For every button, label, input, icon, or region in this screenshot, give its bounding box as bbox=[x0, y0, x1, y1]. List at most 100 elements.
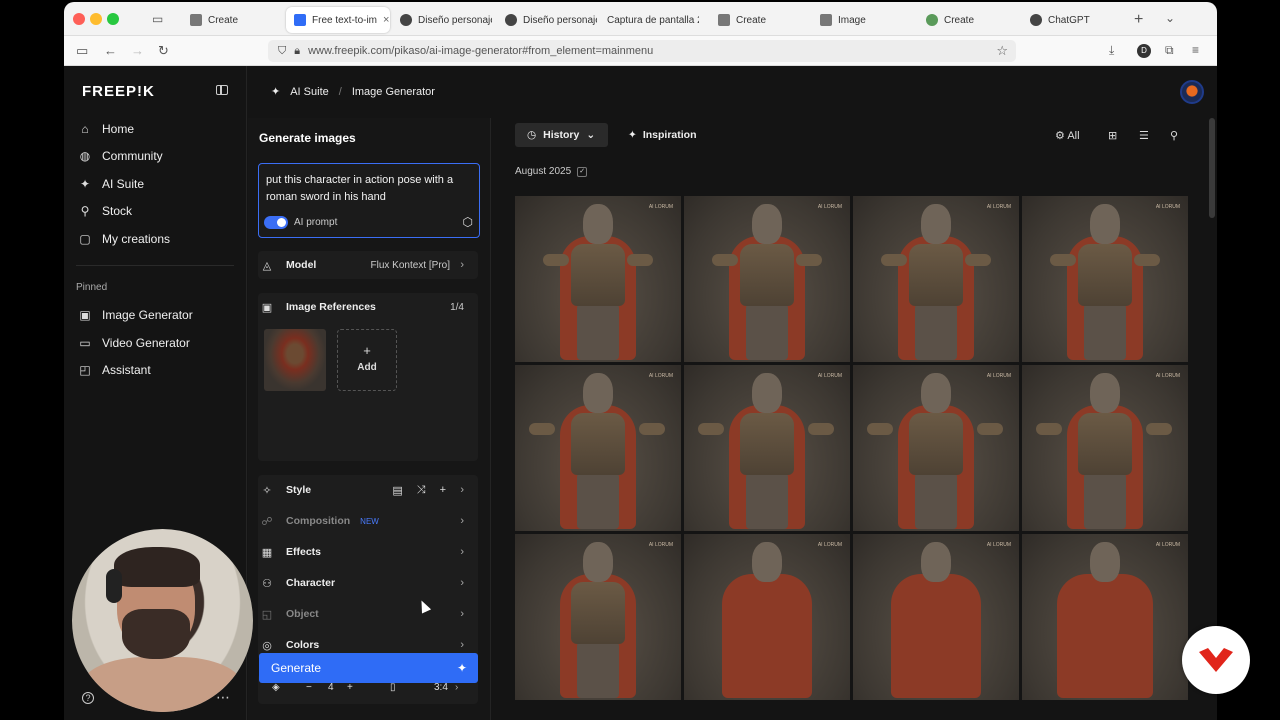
profile-icon[interactable]: D bbox=[1137, 44, 1151, 58]
ai-prompt-label: AI prompt bbox=[294, 217, 338, 228]
scrollbar[interactable] bbox=[1209, 118, 1215, 218]
add-reference-button[interactable]: + Add bbox=[337, 329, 397, 391]
sidebar-item-community[interactable]: ◍ Community bbox=[78, 143, 238, 169]
freepik-favicon-icon bbox=[294, 14, 306, 26]
object-row[interactable]: ◱ Object › bbox=[258, 600, 478, 628]
select-group-checkbox[interactable]: ✓ bbox=[577, 166, 588, 177]
increment-quantity-button[interactable]: + bbox=[347, 682, 353, 693]
generated-image[interactable]: AI LORUM bbox=[515, 365, 681, 531]
settings-sliders-icon[interactable]: ☰ bbox=[1139, 129, 1149, 142]
search-icon[interactable]: ⚲ bbox=[1170, 129, 1178, 142]
generated-image[interactable]: AI LORUM bbox=[853, 196, 1019, 362]
browser-tab[interactable]: Create bbox=[918, 7, 1018, 33]
minimize-window-button[interactable] bbox=[90, 13, 102, 25]
image-references-count: 1/4 bbox=[450, 301, 464, 313]
close-tab-icon[interactable]: × bbox=[383, 14, 389, 26]
aspect-ratio-value[interactable]: 3:4 bbox=[434, 682, 448, 693]
character-row[interactable]: ⚇ Character › bbox=[258, 569, 478, 597]
aspect-ratio-icon[interactable]: ▯ bbox=[390, 682, 396, 693]
style-tools: ▤ ⤨ + bbox=[392, 484, 446, 497]
collapse-sidebar-icon[interactable] bbox=[216, 85, 228, 95]
generated-image[interactable]: AI LORUM bbox=[1022, 196, 1188, 362]
image-watermark: AI LORUM bbox=[1155, 373, 1180, 379]
maximize-window-button[interactable] bbox=[107, 13, 119, 25]
generated-image[interactable]: AI LORUM bbox=[515, 196, 681, 362]
sidebar-item-video-generator[interactable]: ▭ Video Generator bbox=[78, 330, 238, 356]
filter-all-button[interactable]: ⚙ All bbox=[1055, 129, 1080, 142]
composition-row[interactable]: ☍ Composition NEW › bbox=[258, 507, 478, 535]
pinned-heading: Pinned bbox=[76, 282, 108, 293]
browser-tab[interactable]: Captura de pantalla 2( bbox=[599, 7, 699, 33]
breadcrumb-ai-suite[interactable]: AI Suite bbox=[290, 86, 329, 98]
generated-image[interactable]: AI LORUM bbox=[515, 534, 681, 700]
shuffle-icon[interactable]: ⤨ bbox=[417, 484, 426, 497]
model-label: Model bbox=[286, 259, 317, 271]
freepik-logo[interactable]: FREEP!K bbox=[82, 83, 155, 100]
plus-icon[interactable]: + bbox=[440, 484, 446, 497]
generated-image[interactable]: AI LORUM bbox=[684, 365, 850, 531]
menu-icon[interactable]: ≡ bbox=[1192, 43, 1199, 57]
generated-image[interactable]: AI LORUM bbox=[684, 534, 850, 700]
sidebar-item-home[interactable]: ⌂ Home bbox=[78, 116, 238, 142]
tab-label: Diseño personaje bbox=[418, 14, 492, 26]
sidebar-item-ai-suite[interactable]: ✦ AI Suite bbox=[78, 171, 238, 197]
tab-overview-icon[interactable]: ▭ bbox=[152, 12, 166, 26]
chevron-right-icon: › bbox=[460, 546, 464, 558]
sidebar-item-label: Community bbox=[102, 149, 163, 163]
sidebar-item-my-creations[interactable]: ▢ My creations bbox=[78, 226, 238, 252]
grid-view-icon[interactable]: ⊞ bbox=[1108, 129, 1117, 142]
generated-image[interactable]: AI LORUM bbox=[1022, 365, 1188, 531]
sidebar-item-image-generator[interactable]: ▣ Image Generator bbox=[78, 302, 238, 328]
sidebar-item-stock[interactable]: ⚲ Stock bbox=[78, 198, 238, 224]
effects-row[interactable]: ▦ Effects › bbox=[258, 538, 478, 566]
style-gallery-icon[interactable]: ▤ bbox=[392, 484, 402, 497]
user-avatar[interactable] bbox=[1180, 80, 1204, 104]
browser-tab-active[interactable]: Free text-to-im × bbox=[286, 7, 390, 33]
image-watermark: AI LORUM bbox=[986, 542, 1011, 548]
date-group-text: August 2025 bbox=[515, 166, 572, 177]
generated-image[interactable]: AI LORUM bbox=[853, 534, 1019, 700]
prompt-input[interactable]: put this character in action pose with a… bbox=[258, 163, 480, 238]
image-watermark: AI LORUM bbox=[817, 542, 842, 548]
sidebar-toggle-icon[interactable]: ▭ bbox=[76, 43, 88, 59]
extensions-icon[interactable]: ⧉ bbox=[1165, 43, 1174, 58]
star-icon[interactable]: ☆ bbox=[996, 43, 1008, 59]
layers-icon[interactable]: ◈ bbox=[272, 682, 280, 693]
forward-icon[interactable]: → bbox=[131, 43, 144, 58]
quantity-value: 4 bbox=[328, 682, 334, 693]
gallery-area: ◷ History ⌄ ✦ Inspiration ⚙ All ⊞ ☰ ⚲ Au… bbox=[492, 118, 1217, 720]
image-watermark: AI LORUM bbox=[648, 542, 673, 548]
address-bar[interactable]: ⛉ 🔒︎ www.freepik.com/pikaso/ai-image-gen… bbox=[268, 40, 1016, 62]
chevron-down-icon[interactable]: ⌄ bbox=[1165, 11, 1175, 25]
close-window-button[interactable] bbox=[73, 13, 85, 25]
decrement-quantity-button[interactable]: − bbox=[306, 682, 312, 693]
generated-image[interactable]: AI LORUM bbox=[684, 196, 850, 362]
generated-image[interactable]: AI LORUM bbox=[853, 365, 1019, 531]
sidebar-item-label: Video Generator bbox=[102, 336, 190, 350]
style-row[interactable]: ✧ Style ▤ ⤨ + › bbox=[258, 476, 478, 504]
new-tab-icon[interactable]: + bbox=[1134, 11, 1143, 29]
inspiration-button[interactable]: ✦ Inspiration bbox=[628, 129, 696, 141]
ai-prompt-toggle[interactable] bbox=[264, 216, 288, 229]
browser-tab[interactable]: Image bbox=[812, 7, 912, 33]
history-icon: ◷ bbox=[527, 129, 537, 141]
download-icon[interactable]: ⤓ bbox=[1109, 43, 1114, 58]
cube-icon[interactable]: ⬡ bbox=[463, 215, 473, 229]
reload-icon[interactable]: ↻ bbox=[158, 43, 169, 59]
brand-logo-icon bbox=[1199, 648, 1233, 672]
browser-tab[interactable]: Create bbox=[710, 7, 810, 33]
browser-tab[interactable]: Diseño personaje bbox=[392, 7, 492, 33]
browser-tab[interactable]: Diseño personaje bbox=[497, 7, 597, 33]
back-icon[interactable]: ← bbox=[104, 43, 117, 58]
breadcrumb-image-generator[interactable]: Image Generator bbox=[352, 86, 435, 98]
generated-image[interactable]: AI LORUM bbox=[1022, 534, 1188, 700]
model-selector[interactable]: ◬ Model Flux Kontext [Pro] › bbox=[258, 251, 478, 279]
prompt-text[interactable]: put this character in action pose with a… bbox=[266, 172, 471, 206]
generate-button[interactable]: Generate ✦ bbox=[259, 653, 478, 683]
history-button[interactable]: ◷ History ⌄ bbox=[515, 123, 608, 147]
browser-tab[interactable]: Create bbox=[182, 7, 282, 33]
image-watermark: AI LORUM bbox=[817, 373, 842, 379]
reference-image-thumbnail[interactable] bbox=[264, 329, 326, 391]
sidebar-item-assistant[interactable]: ◰ Assistant bbox=[78, 357, 238, 383]
browser-tab[interactable]: ChatGPT bbox=[1022, 7, 1122, 33]
